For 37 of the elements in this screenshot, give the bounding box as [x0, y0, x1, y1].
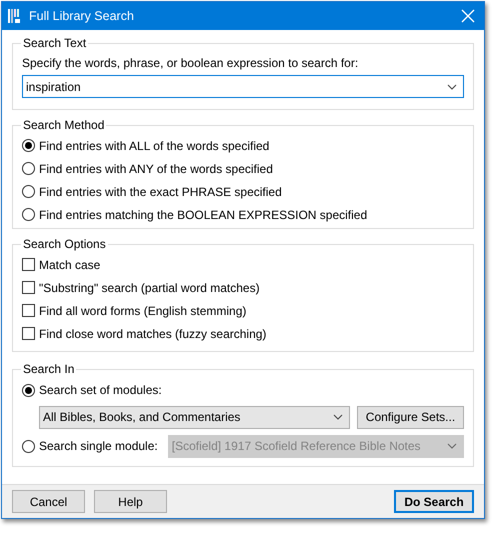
group-title: Search Text	[22, 36, 88, 50]
checkbox[interactable]	[22, 327, 35, 340]
radio-button[interactable]	[22, 185, 35, 198]
search-field[interactable]: inspiration	[22, 75, 464, 98]
prompt-text: Specify the words, phrase, or boolean expression to search for:	[22, 56, 360, 70]
radio-button[interactable]	[22, 384, 35, 396]
checkbox[interactable]	[22, 258, 35, 271]
close-button[interactable]	[460, 8, 476, 24]
radio-button[interactable]	[22, 440, 35, 452]
option-label: Match case	[39, 258, 100, 272]
module-dropdown[interactable]: All Bibles, Books, and Commentaries	[39, 406, 350, 428]
option-label: "Substring" search (partial word matches)	[39, 280, 260, 294]
group-title: Search In	[22, 362, 76, 376]
option-label: Find entries matching the BOOLEAN EXPRESSION specified	[39, 208, 368, 222]
group-title: Search Options	[22, 237, 107, 251]
caret-icon	[447, 84, 457, 90]
option-label: Find close word matches (fuzzy searching)	[39, 326, 266, 340]
configure-sets-button[interactable]: Configure Sets...	[357, 406, 464, 428]
checkbox[interactable]	[22, 281, 35, 294]
option-label: Search single module:	[39, 439, 158, 453]
app-logo-icon	[8, 8, 22, 24]
option-label: Search set of modules:	[39, 383, 162, 397]
option-label: Find entries with ALL of the words specified	[39, 138, 270, 152]
dialog-button[interactable]: Do Search	[394, 490, 474, 513]
checkbox[interactable]	[22, 304, 35, 317]
window-title: Full Library Search	[29, 9, 135, 23]
radio-button[interactable]	[22, 139, 35, 152]
radio-button[interactable]	[22, 208, 35, 221]
radio-button[interactable]	[22, 162, 35, 175]
dialog-button[interactable]: Cancel	[12, 490, 85, 513]
option-label: Find entries with ANY of the words specified	[39, 162, 273, 176]
dialog-button[interactable]: Help	[94, 490, 167, 513]
caret-icon	[447, 443, 457, 449]
group-title: Search Method	[22, 118, 106, 132]
option-label: Find entries with the exact PHRASE specified	[39, 184, 282, 198]
caret-icon	[333, 414, 343, 420]
option-label: Find all word forms (English stemming)	[39, 304, 246, 318]
